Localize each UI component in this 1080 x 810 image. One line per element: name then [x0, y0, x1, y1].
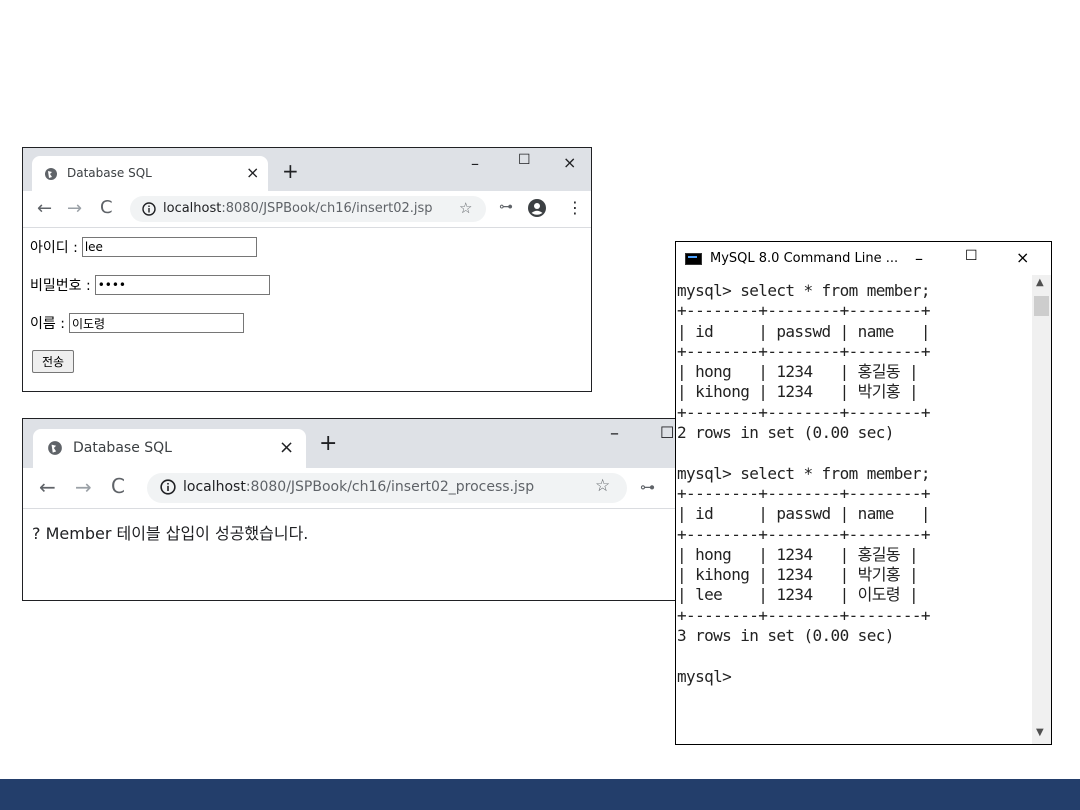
submit-button[interactable]: 전송: [32, 350, 74, 373]
bookmark-star-icon[interactable]: ☆: [595, 476, 610, 496]
mysql-console-icon: [685, 253, 702, 265]
url-host: localhost: [183, 479, 246, 495]
back-icon[interactable]: ←: [39, 475, 56, 499]
console-titlebar: MySQL 8.0 Command Line ... – ☐ ×: [676, 242, 1051, 275]
browser-toolbar: ← → C localhost:8080/JSPBook/ch16/insert…: [23, 468, 721, 509]
tab-database-sql[interactable]: Database SQL ×: [32, 156, 268, 191]
mysql-console-window: MySQL 8.0 Command Line ... – ☐ × mysql> …: [675, 241, 1052, 745]
url-text: localhost:8080/JSPBook/ch16/insert02.jsp: [163, 201, 433, 216]
slide-footer-bar: [0, 779, 1080, 810]
key-icon[interactable]: ⊶: [499, 199, 513, 215]
scroll-down-icon[interactable]: ▼: [1036, 727, 1044, 738]
browser-toolbar: ← → C localhost:8080/JSPBook/ch16/insert…: [23, 191, 591, 228]
minimize-icon[interactable]: –: [471, 154, 479, 173]
console-output: mysql> select * from member; +--------+-…: [677, 281, 931, 686]
minimize-icon[interactable]: –: [915, 249, 923, 268]
url-path: :8080/JSPBook/ch16/insert02_process.jsp: [245, 479, 535, 495]
console-output-area[interactable]: mysql> select * from member; +--------+-…: [676, 275, 1032, 744]
console-title: MySQL 8.0 Command Line ...: [710, 251, 899, 266]
maximize-icon[interactable]: ☐: [965, 248, 978, 264]
url-path: :8080/JSPBook/ch16/insert02.jsp: [221, 201, 433, 216]
name-label: 이름 :: [30, 316, 65, 332]
console-scrollbar[interactable]: ▲ ▼: [1032, 275, 1051, 744]
bookmark-star-icon[interactable]: ☆: [459, 199, 472, 217]
browser-window-form: Database SQL × + – ☐ × ← → C localhost:8…: [22, 147, 592, 392]
id-label: 아이디 :: [30, 240, 78, 256]
url-host: localhost: [163, 201, 222, 216]
reload-icon[interactable]: C: [111, 474, 125, 498]
page-content: 아이디 : 비밀번호 : 이름 : 전송: [23, 228, 591, 391]
info-icon[interactable]: [160, 479, 176, 499]
form-row-name: 이름 :: [30, 312, 244, 334]
tab-strip: Database SQL × + – ☐ ×: [23, 148, 591, 191]
password-input[interactable]: [94, 275, 270, 295]
tab-title: Database SQL: [73, 440, 172, 456]
address-bar[interactable]: localhost:8080/JSPBook/ch16/insert02_pro…: [147, 473, 627, 503]
globe-icon: [44, 166, 58, 185]
new-tab-icon[interactable]: +: [282, 159, 299, 183]
close-window-icon[interactable]: ×: [1016, 248, 1029, 267]
id-input[interactable]: [81, 237, 257, 257]
form-row-password: 비밀번호 :: [30, 274, 270, 296]
url-text: localhost:8080/JSPBook/ch16/insert02_pro…: [183, 479, 534, 495]
close-tab-icon[interactable]: ×: [279, 437, 294, 458]
new-tab-icon[interactable]: +: [319, 431, 337, 456]
tab-title: Database SQL: [67, 166, 152, 180]
info-icon[interactable]: [142, 201, 156, 220]
page-content: ? Member 테이블 삽입이 성공했습니다.: [23, 509, 721, 600]
maximize-icon[interactable]: ☐: [660, 423, 674, 442]
forward-icon[interactable]: →: [67, 198, 82, 219]
globe-icon: [47, 440, 63, 460]
maximize-icon[interactable]: ☐: [518, 152, 531, 168]
profile-icon[interactable]: [528, 199, 546, 221]
back-icon[interactable]: ←: [37, 198, 52, 219]
insert-success-message: ? Member 테이블 삽입이 성공했습니다.: [32, 524, 309, 543]
form-row-id: 아이디 :: [30, 236, 257, 258]
key-icon[interactable]: ⊶: [640, 478, 655, 496]
forward-icon[interactable]: →: [75, 475, 92, 499]
tab-strip: Database SQL × + – ☐: [23, 419, 721, 468]
password-label: 비밀번호 :: [30, 278, 91, 294]
menu-kebab-icon[interactable]: ⋮: [567, 198, 583, 217]
close-window-icon[interactable]: ×: [563, 153, 576, 172]
browser-window-result: Database SQL × + – ☐ ← → C localhost:808…: [22, 418, 722, 601]
scroll-up-icon[interactable]: ▲: [1036, 277, 1044, 288]
address-bar[interactable]: localhost:8080/JSPBook/ch16/insert02.jsp: [130, 196, 486, 222]
reload-icon[interactable]: C: [100, 197, 113, 218]
scrollbar-thumb[interactable]: [1034, 296, 1049, 316]
name-input[interactable]: [68, 313, 244, 333]
tab-database-sql[interactable]: Database SQL ×: [33, 429, 306, 468]
close-tab-icon[interactable]: ×: [246, 163, 259, 182]
minimize-icon[interactable]: –: [610, 423, 619, 444]
